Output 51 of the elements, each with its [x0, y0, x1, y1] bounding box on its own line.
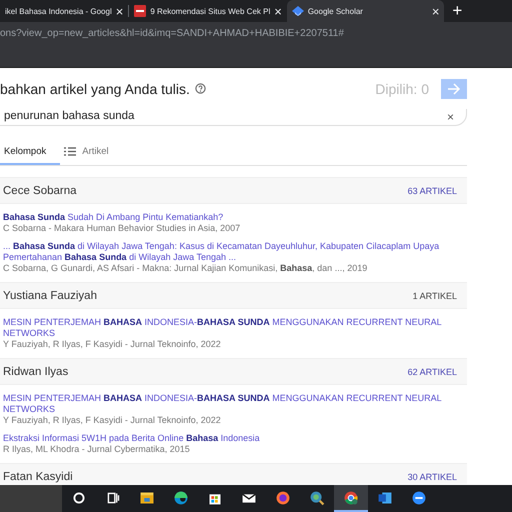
article-count[interactable]: 30 ARTIKEL — [408, 472, 457, 482]
firefox-icon[interactable] — [276, 491, 290, 504]
magnifier-globe-icon[interactable] — [310, 491, 324, 505]
author-name: Ridwan Ilyas — [3, 366, 68, 378]
article-title-link[interactable]: ... Bahasa Sunda di Wilayah Jawa Tengah: Kasus di Kecamatan Dayeuhluhur, Kabupaten Cilacaplam Upaya Pemertahanan Bahasa Sunda di Wilayah Jawa Tengah ... — [3, 241, 467, 263]
list-icon — [64, 147, 76, 156]
author-name: Yustiana Fauziyah — [3, 290, 97, 302]
edge-icon[interactable] — [174, 491, 188, 504]
search-field[interactable]: penurunan bahasa sunda × — [0, 109, 467, 126]
graduation-cap-icon — [292, 5, 304, 17]
view-tab[interactable]: Kelompok — [0, 140, 60, 165]
article-title-link[interactable]: MESIN PENTERJEMAH BAHASA INDONESIA-BAHASA SUNDA MENGGUNAKAN RECURRENT NEURAL NETWORKS — [3, 317, 467, 339]
word-icon[interactable] — [378, 492, 392, 503]
clear-icon[interactable]: × — [446, 111, 454, 123]
browser-tab[interactable]: ikel Bahasa Indonesia - Googl × — [0, 0, 128, 22]
article-title-link[interactable]: Ekstraksi Informasi 5W1H pada Berita Online Bahasa Indonesia — [3, 433, 467, 444]
zoom-icon[interactable] — [412, 491, 426, 504]
close-icon[interactable]: × — [432, 4, 440, 18]
article-meta: Y Fauziyah, R Ilyas, F Kasyidi - Jurnal Teknoinfo, 2022 — [3, 339, 222, 350]
article-meta: C Sobarna, G Gunardi, AS Afsari - Makna: Jurnal Kajian Komunikasi, Bahasa, dan ..., 2019 — [3, 263, 368, 274]
browser-tab[interactable]: Google Scholar × — [286, 0, 444, 22]
author-name: Fatan Kasyidi — [3, 470, 73, 482]
author-row[interactable]: Fatan Kasyidi 30 ARTIKEL — [0, 463, 467, 484]
help-icon[interactable] — [194, 83, 206, 94]
author-row[interactable]: Yustiana Fauziyah 1 ARTIKEL — [0, 282, 467, 309]
mail-icon[interactable] — [242, 493, 256, 502]
browser-tab[interactable]: 9 Rekomendasi Situs Web Cek Pl × — [129, 0, 287, 22]
arrow-icon — [447, 82, 461, 94]
article-meta: Y Fauziyah, R Ilyas, F Kasyidi - Jurnal Teknoinfo, 2022 — [3, 415, 222, 426]
article-count[interactable]: 1 ARTIKEL — [412, 290, 457, 300]
selected-count: Dipilih: 0 — [375, 80, 429, 96]
task-view-icon[interactable] — [108, 492, 120, 503]
article-meta: R Ilyas, ML Khodra - Jurnal Cybermatika, 2015 — [3, 444, 191, 455]
circle-icon[interactable] — [74, 492, 84, 503]
author-name: Cece Sobarna — [3, 184, 77, 196]
store-bag-icon[interactable] — [210, 494, 220, 504]
news-logo-icon — [134, 5, 146, 17]
close-icon[interactable]: × — [116, 4, 124, 18]
article-count[interactable]: 63 ARTIKEL — [408, 186, 457, 196]
author-row[interactable]: Ridwan Ilyas 62 ARTIKEL — [0, 358, 467, 385]
new-tab-button[interactable]: + — [444, 1, 470, 21]
view-tab[interactable]: Artikel — [60, 140, 119, 165]
article-title-link[interactable]: MESIN PENTERJEMAH BAHASA INDONESIA-BAHASA SUNDA MENGGUNAKAN RECURRENT NEURAL NETWORKS — [3, 393, 467, 415]
article-meta: C Sobarna - Makara Human Behavior Studies in Asia, 2007 — [3, 223, 242, 234]
folder-icon[interactable] — [140, 492, 154, 503]
dialog-heading: bahkan artikel yang Anda tulis. — [0, 80, 190, 96]
author-row[interactable]: Cece Sobarna 63 ARTIKEL — [0, 177, 467, 204]
close-icon[interactable]: × — [274, 4, 282, 18]
chrome-icon[interactable] — [344, 491, 358, 504]
article-count[interactable]: 62 ARTIKEL — [408, 366, 457, 376]
article-title-link[interactable]: Bahasa Sunda Sudah Di Ambang Pintu Kematiankah? — [3, 212, 467, 223]
